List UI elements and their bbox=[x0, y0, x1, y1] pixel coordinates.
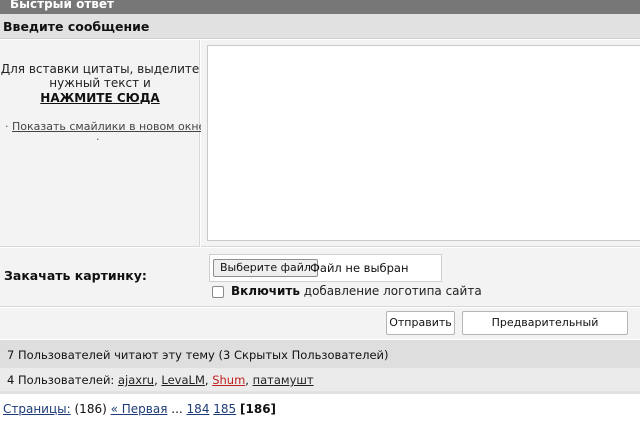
add-logo-label-rest: добавление логотипа сайта bbox=[303, 284, 482, 298]
page-link[interactable]: 184 bbox=[187, 402, 210, 416]
readers-prefix: 4 Пользователей: bbox=[7, 373, 115, 387]
pagination: Страницы: (186) « Первая ... 184 185 [18… bbox=[3, 402, 276, 416]
readers-summary-row: 7 Пользователей читают эту тему (3 Скрыт… bbox=[0, 340, 640, 368]
quote-hint-line2: нужный текст и bbox=[49, 76, 151, 90]
quote-hint: Для вставки цитаты, выделите нужный текс… bbox=[0, 62, 200, 90]
user-link[interactable]: ajaxru bbox=[118, 373, 154, 387]
user-separator: , bbox=[154, 373, 158, 387]
add-logo-label[interactable]: Включить добавление логотипа сайта bbox=[231, 284, 482, 298]
insert-quote-link[interactable]: НАЖМИТЕ СЮДА bbox=[0, 91, 200, 105]
smilies-trailing-dot: · bbox=[96, 133, 100, 146]
choose-file-button[interactable]: Выберите файл bbox=[213, 259, 318, 277]
user-link[interactable]: патамушт bbox=[253, 373, 314, 387]
readers-list: 4 Пользователей: ajaxru, LevaLM, Shum, п… bbox=[7, 373, 314, 387]
file-status: Файл не выбран bbox=[310, 261, 409, 275]
smilies-bullet: · bbox=[5, 120, 9, 133]
current-page: [186] bbox=[240, 402, 277, 416]
add-logo-label-bold: Включить bbox=[231, 284, 300, 298]
pages-total: (186) bbox=[74, 402, 107, 416]
quick-reply-header: Быстрый ответ bbox=[0, 0, 640, 14]
send-button[interactable]: Отправить bbox=[386, 311, 455, 335]
add-logo-checkbox[interactable] bbox=[212, 286, 224, 298]
show-smilies-link[interactable]: Показать смайлики в новом окне bbox=[12, 120, 205, 133]
readers-list-row: 4 Пользователей: ajaxru, LevaLM, Shum, п… bbox=[0, 368, 640, 394]
user-separator: , bbox=[204, 373, 209, 387]
pages-ellipsis: ... bbox=[171, 402, 183, 416]
user-link[interactable]: LevaLM bbox=[161, 373, 204, 387]
quick-reply-title: Быстрый ответ bbox=[10, 0, 114, 11]
upload-label: Закачать картинку: bbox=[4, 268, 147, 283]
page-link[interactable]: 185 bbox=[213, 402, 236, 416]
show-smilies-row: · Показать смайлики в новом окне bbox=[5, 120, 205, 133]
first-page-link[interactable]: « Первая bbox=[111, 402, 168, 416]
readers-summary: 7 Пользователей читают эту тему (3 Скрыт… bbox=[7, 348, 389, 362]
quote-hint-line1: Для вставки цитаты, выделите bbox=[0, 62, 200, 76]
preview-button[interactable]: Предварительный просмотр bbox=[462, 311, 628, 351]
user-link[interactable]: Shum bbox=[212, 373, 245, 387]
message-section-header: Введите сообщение bbox=[0, 14, 640, 39]
user-separator: , bbox=[245, 373, 249, 387]
message-section-title: Введите сообщение bbox=[3, 19, 150, 34]
pages-label-link[interactable]: Страницы: bbox=[3, 402, 71, 416]
message-textarea[interactable] bbox=[207, 45, 640, 241]
